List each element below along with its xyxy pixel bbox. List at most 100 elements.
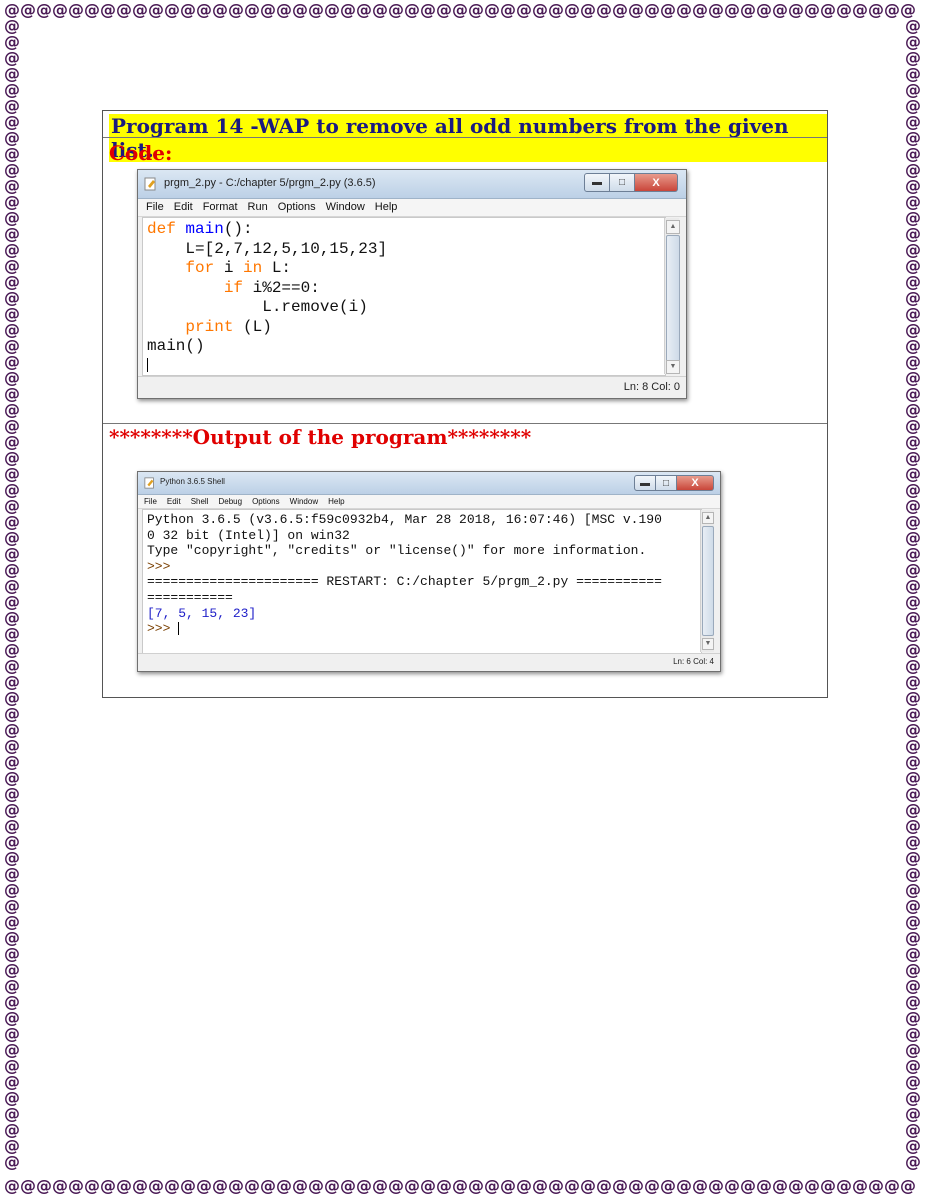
shell-window: Python 3.6.5 Shell ▬ □ X File Edit Shell De… — [137, 471, 721, 672]
shell-line: =========== — [147, 590, 233, 605]
code-line: def main(): — [147, 220, 253, 238]
spiral-border-icon: @ — [516, 1178, 532, 1195]
shell-statusbar: Ln: 6 Col: 4 — [138, 653, 720, 671]
code-line: L.remove(i) — [262, 298, 368, 316]
row-divider — [103, 423, 827, 424]
decorative-border-left: @@@@@@@@@@@@@@@@@@@@@@@@@@@@@@@@@@@@@@@@… — [4, 18, 20, 1180]
scroll-down-icon[interactable]: ▼ — [666, 360, 680, 374]
spiral-border-icon: @ — [772, 1178, 788, 1195]
editor-menu-format[interactable]: Format — [203, 199, 238, 216]
spiral-border-icon: @ — [308, 2, 324, 19]
spiral-border-icon: @ — [852, 1178, 868, 1195]
spiral-border-icon: @ — [148, 2, 164, 19]
spiral-border-icon: @ — [580, 2, 596, 19]
scroll-thumb[interactable] — [666, 235, 680, 362]
shell-line: Python 3.6.5 (v3.6.5:f59c0932b4, Mar 28 … — [147, 512, 662, 527]
editor-title: prgm_2.py - C:/chapter 5/prgm_2.py (3.6.… — [164, 177, 376, 189]
spiral-border-icon: @ — [772, 2, 788, 19]
shell-output[interactable]: Python 3.6.5 (v3.6.5:f59c0932b4, Mar 28 … — [142, 509, 702, 654]
shell-menu-file[interactable]: File — [144, 495, 157, 508]
scroll-up-icon[interactable]: ▲ — [666, 220, 680, 234]
spiral-border-icon: @ — [4, 2, 20, 19]
shell-line: [7, 5, 15, 23] — [147, 605, 257, 621]
maximize-button[interactable]: □ — [610, 173, 635, 192]
spiral-border-icon: @ — [804, 1178, 820, 1195]
editor-scrollbar[interactable]: ▲ ▼ — [664, 218, 680, 374]
spiral-border-icon: @ — [100, 2, 116, 19]
spiral-border-icon: @ — [4, 1178, 20, 1195]
spiral-border-icon: @ — [612, 2, 628, 19]
spiral-border-icon: @ — [196, 1178, 212, 1195]
editor-menu-run[interactable]: Run — [248, 199, 268, 216]
spiral-border-icon: @ — [644, 2, 660, 19]
spiral-border-icon: @ — [468, 2, 484, 19]
editor-menu-options[interactable]: Options — [278, 199, 316, 216]
spiral-border-icon: @ — [708, 1178, 724, 1195]
output-heading: ********Output of the program******** — [109, 425, 532, 449]
spiral-border-icon: @ — [820, 1178, 836, 1195]
minimize-button[interactable]: ▬ — [584, 173, 610, 192]
spiral-border-icon: @ — [788, 2, 804, 19]
spiral-border-icon: @ — [276, 2, 292, 19]
maximize-button[interactable]: □ — [656, 475, 677, 491]
text-cursor — [178, 622, 180, 636]
spiral-border-icon: @ — [404, 1178, 420, 1195]
spiral-border-icon: @ — [196, 2, 212, 19]
spiral-border-icon: @ — [148, 1178, 164, 1195]
spiral-border-icon: @ — [548, 1178, 564, 1195]
spiral-border-icon: @ — [804, 2, 820, 19]
code-line: main() — [147, 337, 205, 355]
spiral-border-icon: @ — [532, 2, 548, 19]
spiral-border-icon: @ — [324, 1178, 340, 1195]
spiral-border-icon: @ — [692, 1178, 708, 1195]
spiral-border-icon: @ — [212, 2, 228, 19]
row-divider — [103, 137, 827, 138]
shell-menu-window[interactable]: Window — [290, 495, 318, 508]
spiral-border-icon: @ — [324, 2, 340, 19]
spiral-border-icon: @ — [84, 2, 100, 19]
shell-menu-options[interactable]: Options — [252, 495, 280, 508]
shell-scrollbar[interactable]: ▲ ▼ — [700, 510, 714, 652]
spiral-border-icon: @ — [36, 2, 52, 19]
spiral-border-icon: @ — [740, 2, 756, 19]
spiral-border-icon: @ — [884, 2, 900, 19]
scroll-down-icon[interactable]: ▼ — [702, 638, 714, 650]
editor-menu-edit[interactable]: Edit — [174, 199, 193, 216]
code-line: for i in L: — [185, 259, 292, 277]
spiral-border-icon: @ — [4, 1152, 20, 1171]
shell-menu-shell[interactable]: Shell — [191, 495, 209, 508]
editor-statusbar: Ln: 8 Col: 0 — [138, 376, 686, 398]
spiral-border-icon: @ — [484, 2, 500, 19]
spiral-border-icon: @ — [36, 1178, 52, 1195]
spiral-border-icon: @ — [756, 1178, 772, 1195]
spiral-border-icon: @ — [292, 2, 308, 19]
editor-menu-window[interactable]: Window — [326, 199, 365, 216]
python-shell-icon — [144, 477, 154, 489]
close-button[interactable]: X — [677, 475, 714, 491]
scroll-up-icon[interactable]: ▲ — [702, 512, 714, 524]
spiral-border-icon: @ — [388, 2, 404, 19]
scroll-thumb[interactable] — [702, 526, 714, 636]
spiral-border-icon: @ — [820, 2, 836, 19]
shell-menu-edit[interactable]: Edit — [167, 495, 181, 508]
spiral-border-icon: @ — [788, 1178, 804, 1195]
close-button[interactable]: X — [635, 173, 678, 192]
shell-menu-help[interactable]: Help — [328, 495, 344, 508]
spiral-border-icon: @ — [644, 1178, 660, 1195]
spiral-border-icon: @ — [228, 1178, 244, 1195]
spiral-border-icon: @ — [500, 1178, 516, 1195]
shell-menubar: File Edit Shell Debug Options Window Help — [138, 495, 720, 509]
spiral-border-icon: @ — [724, 1178, 740, 1195]
minimize-button[interactable]: ▬ — [634, 475, 656, 491]
text-cursor — [147, 357, 148, 375]
spiral-border-icon: @ — [356, 1178, 372, 1195]
spiral-border-icon: @ — [452, 1178, 468, 1195]
spiral-border-icon: @ — [836, 1178, 852, 1195]
code-editor[interactable]: def main(): L=[2,7,12,5,10,15,23] for i … — [142, 217, 666, 376]
spiral-border-icon: @ — [692, 2, 708, 19]
shell-menu-debug[interactable]: Debug — [218, 495, 242, 508]
editor-menu-help[interactable]: Help — [375, 199, 398, 216]
spiral-border-icon: @ — [116, 1178, 132, 1195]
spiral-border-icon: @ — [52, 1178, 68, 1195]
editor-menu-file[interactable]: File — [146, 199, 164, 216]
